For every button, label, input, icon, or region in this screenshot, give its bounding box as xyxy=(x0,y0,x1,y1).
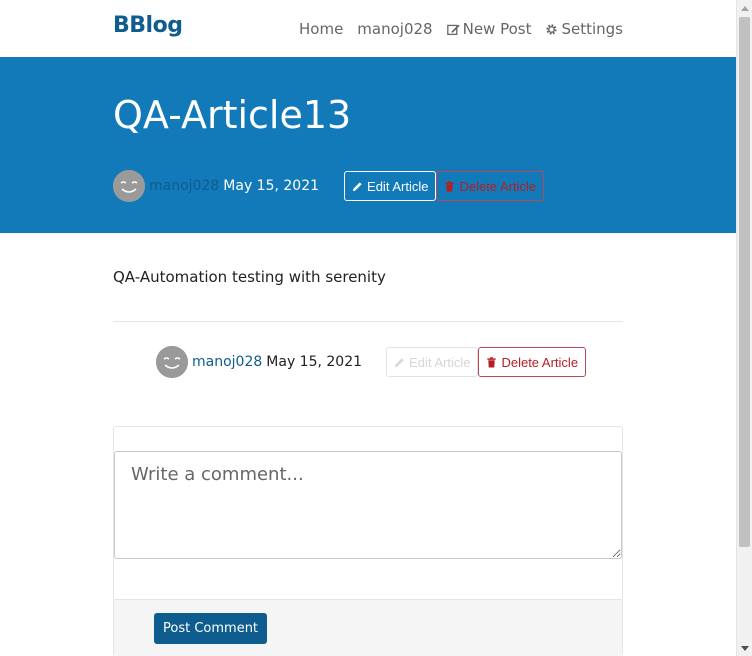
edit-article-button[interactable]: Edit Article xyxy=(386,347,479,377)
article-date: May 15, 2021 xyxy=(266,354,363,370)
compose-icon xyxy=(446,24,460,35)
delete-article-label: Delete Article xyxy=(501,354,579,370)
article-meta-bottom: manoj028 May 15, 2021 Edit Article Delet… xyxy=(156,346,587,378)
smiley-avatar-icon xyxy=(156,346,188,378)
pencil-icon xyxy=(352,181,362,191)
comment-form-footer: Post Comment xyxy=(114,599,622,656)
trash-icon xyxy=(445,180,455,192)
edit-article-label: Edit Article xyxy=(409,354,471,370)
avatar[interactable] xyxy=(113,170,145,202)
nav-profile-link[interactable]: manoj028 xyxy=(357,20,432,38)
nav-new-post-link[interactable]: New Post xyxy=(446,20,532,38)
comment-input[interactable] xyxy=(114,451,622,559)
article-banner: QA-Article13 manoj028 May 15, 2021 Edit … xyxy=(0,57,736,233)
scrollbar-thumb[interactable] xyxy=(739,17,750,547)
edit-article-label: Edit Article xyxy=(367,178,429,194)
author-link[interactable]: manoj028 xyxy=(192,354,262,370)
edit-article-button[interactable]: Edit Article xyxy=(344,171,437,201)
article-meta-top: manoj028 May 15, 2021 Edit Article Delet… xyxy=(113,170,545,202)
nav-new-post-label: New Post xyxy=(462,20,532,38)
gear-icon xyxy=(546,23,558,35)
author-link[interactable]: manoj028 xyxy=(149,178,219,194)
article-title: QA-Article13 xyxy=(113,93,352,137)
article-date: May 15, 2021 xyxy=(223,178,320,194)
nav-settings-label: Settings xyxy=(561,20,623,38)
nav-links: Home manoj028 New Post Settings xyxy=(299,20,623,38)
delete-article-button[interactable]: Delete Article xyxy=(478,347,587,377)
delete-article-label: Delete Article xyxy=(459,178,537,194)
brand-logo[interactable]: BBlog xyxy=(113,13,183,38)
scroll-up-arrow-icon[interactable] xyxy=(737,0,752,16)
post-comment-button[interactable]: Post Comment xyxy=(154,613,268,644)
vertical-scrollbar[interactable] xyxy=(736,0,752,656)
nav-home-label: Home xyxy=(299,20,344,38)
delete-article-button[interactable]: Delete Article xyxy=(436,171,545,201)
nav-profile-label: manoj028 xyxy=(357,20,433,38)
smiley-avatar-icon xyxy=(113,170,145,202)
comment-form-card: Post Comment xyxy=(113,426,623,656)
trash-icon xyxy=(487,356,497,368)
avatar[interactable] xyxy=(156,346,188,378)
divider xyxy=(113,321,623,322)
pencil-icon xyxy=(394,357,404,367)
top-navbar: BBlog Home manoj028 New Post Settings xyxy=(0,0,736,57)
nav-home-link[interactable]: Home xyxy=(299,20,343,38)
article-body: QA-Automation testing with serenity xyxy=(113,268,386,286)
nav-settings-link[interactable]: Settings xyxy=(545,20,623,38)
scroll-down-arrow-icon[interactable] xyxy=(737,640,752,656)
